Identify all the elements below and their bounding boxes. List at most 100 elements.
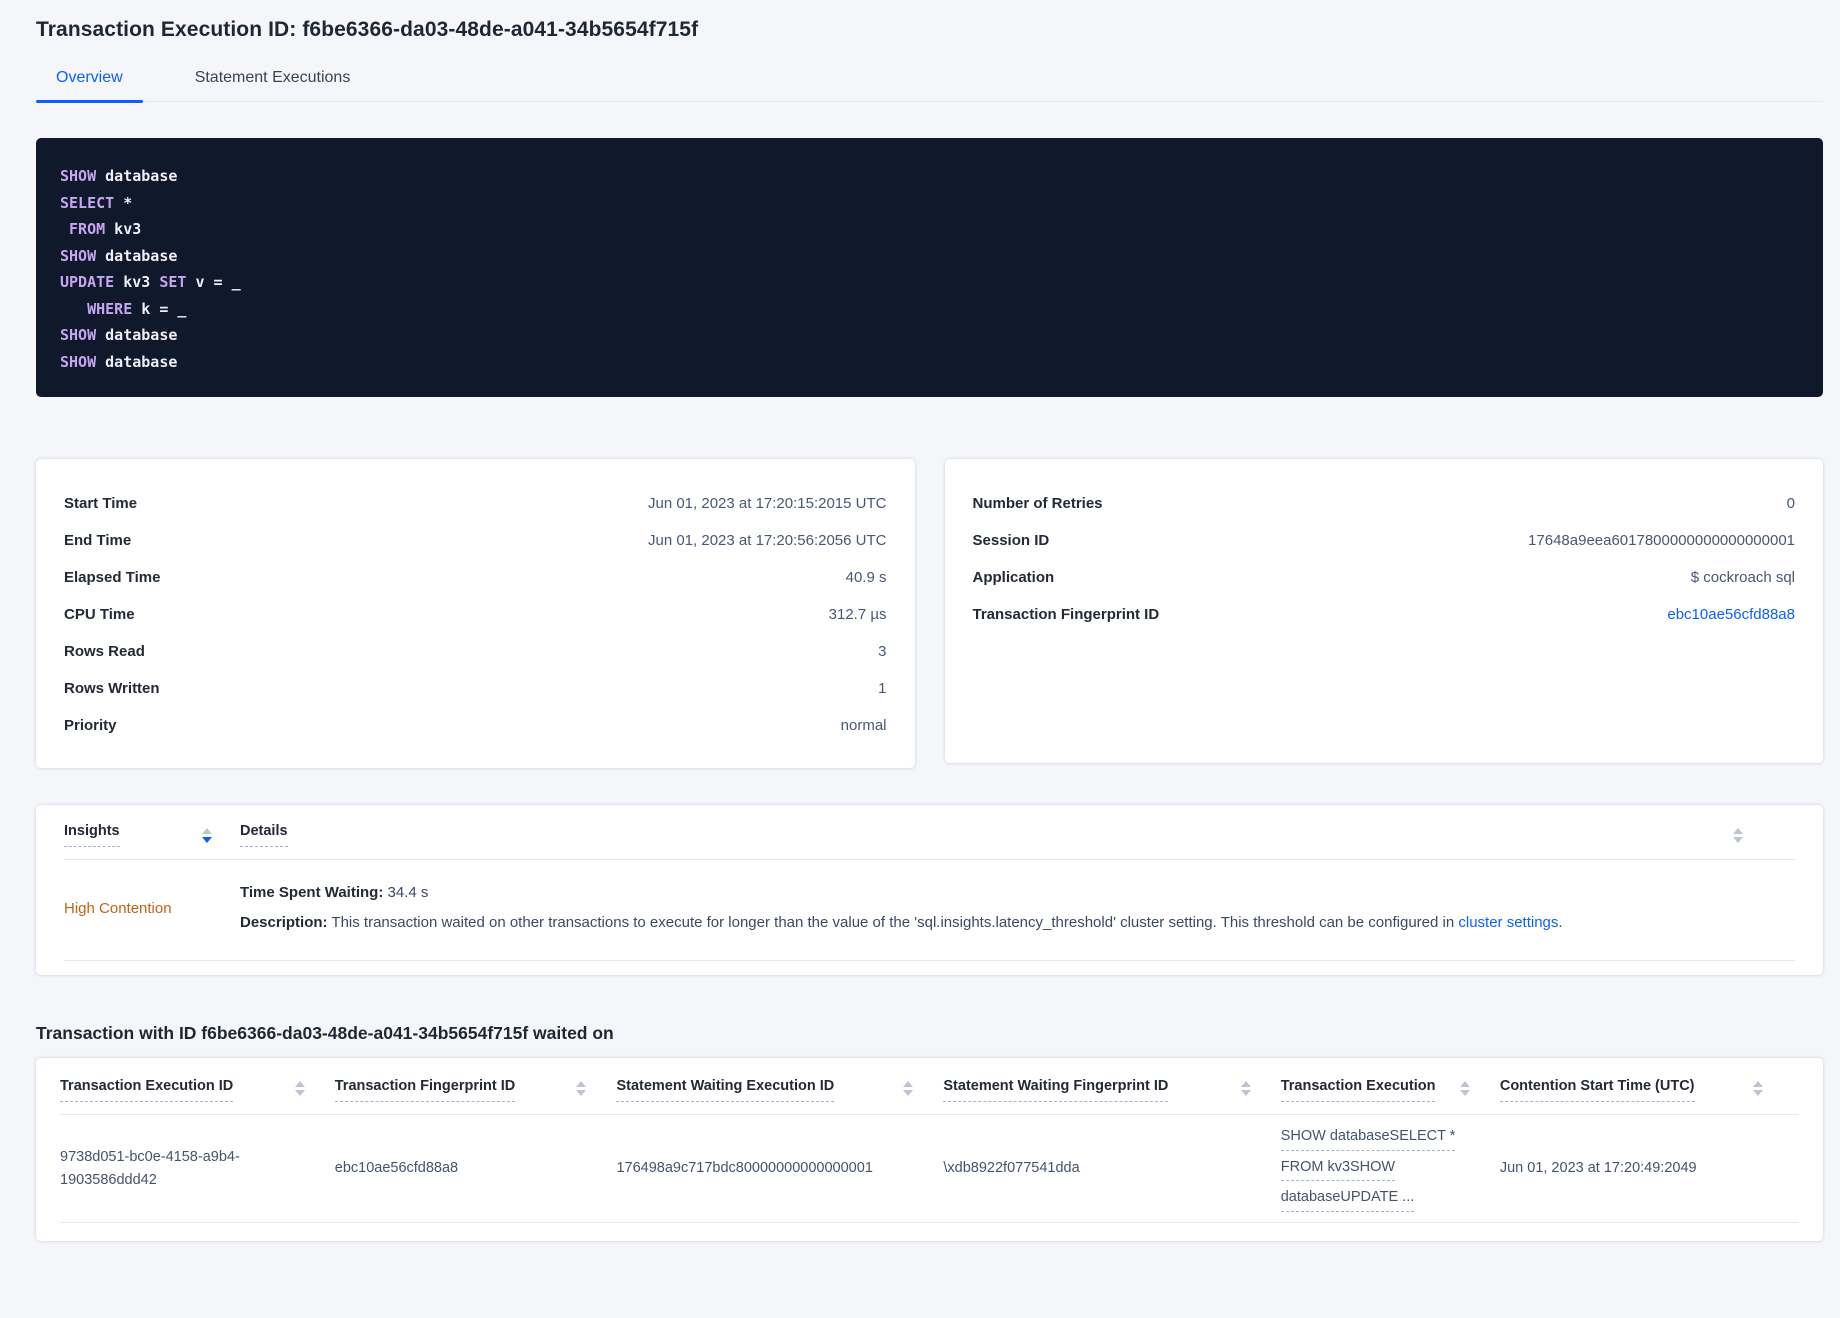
- sort-down-icon: [1753, 1090, 1763, 1096]
- sort-up-icon: [1733, 827, 1743, 834]
- summary-label: Number of Retries: [972, 495, 1103, 512]
- row-elapsed-time: Elapsed Time 40.9 s: [64, 559, 887, 596]
- statement-preview-line[interactable]: SHOW databaseSELECT *: [1280, 1125, 1456, 1151]
- row-application: Application $ cockroach sql: [973, 559, 1796, 596]
- column-header-transaction-fingerprint-id[interactable]: Transaction Fingerprint ID: [334, 1078, 617, 1102]
- statement-preview-line[interactable]: databaseUPDATE ...: [1280, 1186, 1415, 1212]
- summary-value: Jun 01, 2023 at 17:20:15:2015 UTC: [647, 495, 887, 512]
- transaction-fingerprint-link[interactable]: ebc10ae56cfd88a8: [1667, 606, 1795, 623]
- sort-up-icon: [1753, 1081, 1763, 1087]
- cell-statement-waiting-fingerprint-id: \xdb8922f077541dda: [943, 1160, 1080, 1177]
- sql-line: SHOW database: [60, 352, 178, 371]
- sql-line: WHERE k = _: [87, 299, 187, 318]
- transaction-details-page: Transaction Execution ID: f6be6366-da03-…: [0, 0, 1840, 1241]
- summary-label: Start Time: [64, 495, 138, 512]
- row-cpu-time: CPU Time 312.7 µs: [64, 596, 887, 633]
- sort-icon[interactable]: [294, 1081, 305, 1096]
- sort-down-icon: [202, 836, 212, 843]
- sort-down-icon: [1733, 836, 1743, 843]
- sort-icon[interactable]: [1753, 1081, 1763, 1096]
- sort-down-icon: [1459, 1090, 1470, 1096]
- summary-value: normal: [840, 717, 887, 734]
- cell-transaction-execution[interactable]: SHOW databaseSELECT * FROM kv3SHOW datab…: [1280, 1125, 1500, 1212]
- summary-cards: Start Time Jun 01, 2023 at 17:20:15:2015…: [36, 459, 1823, 768]
- tab-overview-label: Overview: [56, 69, 123, 86]
- summary-label: Application: [972, 569, 1055, 586]
- summary-value: 17648a9eea6017800000000000000001: [1528, 532, 1795, 549]
- summary-value: 3: [878, 643, 887, 660]
- time-spent-waiting: Time Spent Waiting: 34.4 s: [240, 884, 429, 901]
- summary-label: Rows Written: [64, 680, 160, 697]
- table-row: 9738d051-bc0e-4158-a9b4-1903586ddd42 ebc…: [60, 1115, 1799, 1223]
- column-header-statement-waiting-execution-id[interactable]: Statement Waiting Execution ID: [616, 1078, 943, 1102]
- page-title: Transaction Execution ID: f6be6366-da03-…: [36, 18, 699, 41]
- tab-bar: Overview Statement Executions: [36, 69, 1823, 103]
- sort-icon[interactable]: [202, 827, 212, 843]
- column-header-contention-start-time[interactable]: Contention Start Time (UTC): [1499, 1078, 1799, 1102]
- summary-label: Elapsed Time: [64, 569, 161, 586]
- summary-value: 40.9 s: [845, 569, 887, 586]
- waited-on-heading: Transaction with ID f6be6366-da03-48de-a…: [36, 1023, 614, 1043]
- statement-preview-line[interactable]: FROM kv3SHOW: [1280, 1156, 1396, 1182]
- summary-label: End Time: [64, 532, 132, 549]
- row-rows-written: Rows Written 1: [64, 670, 887, 707]
- cell-transaction-execution-id: 9738d051-bc0e-4158-a9b4-1903586ddd42: [60, 1149, 240, 1188]
- cell-transaction-fingerprint-id: ebc10ae56cfd88a8: [334, 1160, 459, 1177]
- sort-down-icon: [294, 1090, 305, 1096]
- column-header-transaction-execution[interactable]: Transaction Execution: [1280, 1078, 1500, 1102]
- summary-label: CPU Time: [64, 606, 135, 623]
- cluster-settings-link[interactable]: cluster settings: [1458, 914, 1558, 931]
- tab-overview[interactable]: Overview: [36, 69, 143, 103]
- sql-statements-box: SHOW database SELECT * FROM kv3 SHOW dat…: [36, 138, 1823, 397]
- sort-up-icon: [294, 1081, 305, 1087]
- sort-icon[interactable]: [1240, 1081, 1251, 1096]
- sort-down-icon: [1240, 1090, 1251, 1096]
- insights-column-label[interactable]: Insights: [64, 823, 120, 847]
- sort-up-icon: [576, 1081, 587, 1087]
- summary-value: 1: [878, 680, 887, 697]
- sort-down-icon: [576, 1090, 587, 1096]
- insights-table-header: Insights Details: [64, 823, 1795, 860]
- sql-line: SHOW database: [60, 326, 178, 344]
- sort-down-icon: [903, 1090, 914, 1096]
- insight-details: Time Spent Waiting: 34.4 s Description: …: [240, 882, 1795, 934]
- sort-icon[interactable]: [1459, 1081, 1470, 1096]
- details-column-label[interactable]: Details: [240, 823, 288, 847]
- sort-icon[interactable]: [1733, 827, 1743, 843]
- row-number-of-retries: Number of Retries 0: [973, 485, 1796, 522]
- insight-row: High Contention Time Spent Waiting: 34.4…: [64, 860, 1795, 961]
- tab-statement-executions-label: Statement Executions: [194, 69, 351, 86]
- sql-line: UPDATE kv3 SET v = _: [60, 273, 241, 291]
- sql-line: SHOW database: [60, 246, 178, 265]
- summary-value: 312.7 µs: [828, 606, 887, 623]
- session-summary-card: Number of Retries 0 Session ID 17648a9ee…: [944, 459, 1823, 763]
- column-header-details[interactable]: Details: [240, 823, 1795, 847]
- column-header-insights[interactable]: Insights: [64, 823, 240, 847]
- row-transaction-fingerprint-id: Transaction Fingerprint ID ebc10ae56cfd8…: [973, 596, 1796, 633]
- insight-description: Description: This transaction waited on …: [240, 913, 1563, 931]
- row-start-time: Start Time Jun 01, 2023 at 17:20:15:2015…: [64, 485, 887, 522]
- sql-line: SELECT *: [60, 193, 133, 212]
- timing-summary-card: Start Time Jun 01, 2023 at 17:20:15:2015…: [36, 459, 915, 768]
- column-header-statement-waiting-fingerprint-id[interactable]: Statement Waiting Fingerprint ID: [943, 1078, 1280, 1102]
- cell-contention-start-time: Jun 01, 2023 at 17:20:49:2049: [1499, 1160, 1697, 1177]
- summary-label: Rows Read: [64, 643, 145, 660]
- row-rows-read: Rows Read 3: [64, 633, 887, 670]
- sort-icon[interactable]: [903, 1081, 914, 1096]
- summary-label: Priority: [64, 717, 117, 734]
- row-end-time: End Time Jun 01, 2023 at 17:20:56:2056 U…: [64, 522, 887, 559]
- summary-label: Transaction Fingerprint ID: [972, 606, 1160, 623]
- column-header-transaction-execution-id[interactable]: Transaction Execution ID: [60, 1078, 335, 1102]
- row-session-id: Session ID 17648a9eea6017800000000000000…: [973, 522, 1796, 559]
- sort-icon[interactable]: [576, 1081, 587, 1096]
- summary-value: 0: [1786, 495, 1795, 512]
- cell-statement-waiting-execution-id: 176498a9c717bdc80000000000000001: [616, 1160, 873, 1177]
- sort-up-icon: [1459, 1081, 1470, 1087]
- waited-on-table-card: Transaction Execution ID Transaction Fin…: [36, 1058, 1823, 1241]
- tab-statement-executions[interactable]: Statement Executions: [175, 69, 371, 101]
- sql-line: FROM kv3: [69, 220, 142, 238]
- insights-table-card: Insights Details High Contention Time Sp…: [36, 805, 1823, 975]
- summary-value: $ cockroach sql: [1690, 569, 1795, 586]
- sql-line: SHOW database: [60, 167, 178, 185]
- summary-value: Jun 01, 2023 at 17:20:56:2056 UTC: [647, 532, 887, 549]
